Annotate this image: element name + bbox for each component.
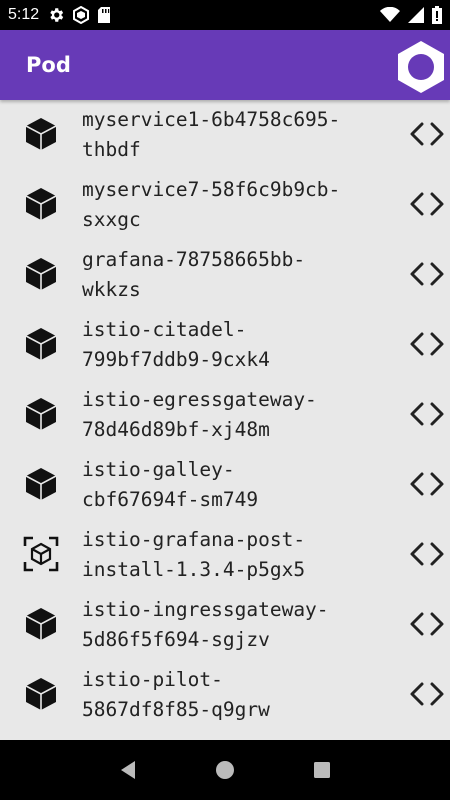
navigation-bar [0, 740, 450, 800]
code-icon[interactable] [408, 467, 446, 501]
battery-icon [432, 6, 442, 24]
cube-solid-icon [22, 255, 60, 293]
cube-solid-icon [22, 605, 60, 643]
pod-name: istio-galley- cbf67694f-sm749 [82, 458, 259, 511]
list-item[interactable]: myservice7-58f6c9b9cb- sxxgc [0, 170, 450, 240]
pod-name: istio-citadel- 799bf7ddb9-9cxk4 [82, 318, 270, 371]
signal-icon [408, 7, 424, 23]
gear-icon [47, 6, 65, 24]
status-bar: 5:12 [0, 0, 450, 30]
list-item[interactable]: istio-galley- cbf67694f-sm749 [0, 450, 450, 520]
code-icon[interactable] [408, 677, 446, 711]
app-bar: Pod [0, 30, 450, 100]
cube-solid-icon [22, 185, 60, 223]
pod-name: istio-egressgateway- 78d46d89bf-xj48m [82, 388, 317, 441]
home-icon[interactable] [205, 750, 245, 790]
pod-name: istio-ingressgateway- 5d86f5f694-sgjzv [82, 598, 329, 651]
code-icon[interactable] [408, 117, 446, 151]
status-time: 5:12 [8, 6, 40, 23]
pod-name: istio-pilot- 5867df8f85-q9grw [82, 668, 270, 721]
sd-card-icon [97, 6, 111, 24]
pod-name: istio-grafana-post- install-1.3.4-p5gx5 [82, 528, 306, 581]
list-item[interactable]: istio-citadel- 799bf7ddb9-9cxk4 [0, 310, 450, 380]
code-icon[interactable] [408, 257, 446, 291]
pod-list[interactable]: myservice1-6b4758c695- thbdf myservice7-5… [0, 100, 450, 740]
back-icon[interactable] [108, 750, 148, 790]
pod-name: grafana-78758665bb- wkkzs [82, 248, 306, 301]
list-item[interactable]: istio-pilot- 5867df8f85-q9grw [0, 660, 450, 730]
code-icon[interactable] [408, 327, 446, 361]
code-icon[interactable] [408, 537, 446, 571]
list-item[interactable]: istio-ingressgateway- 5d86f5f694-sgjzv [0, 590, 450, 660]
cube-solid-icon [22, 395, 60, 433]
cube-solid-icon [22, 675, 60, 713]
cube-solid-icon [22, 465, 60, 503]
recents-icon[interactable] [302, 750, 342, 790]
pod-name: myservice7-58f6c9b9cb- sxxgc [82, 178, 341, 231]
cube-solid-icon [22, 325, 60, 363]
list-item[interactable]: istio-egressgateway- 78d46d89bf-xj48m [0, 380, 450, 450]
list-item[interactable]: grafana-78758665bb- wkkzs [0, 240, 450, 310]
list-item[interactable]: istio-grafana-post- install-1.3.4-p5gx5 [0, 520, 450, 590]
cube-solid-icon [22, 115, 60, 153]
pod-name: myservice1-6b4758c695- thbdf [82, 108, 341, 161]
hexagon-icon [73, 6, 90, 24]
cube-outline-icon [22, 535, 60, 573]
list-item[interactable]: myservice1-6b4758c695- thbdf [0, 100, 450, 170]
code-icon[interactable] [408, 607, 446, 641]
code-icon[interactable] [408, 187, 446, 221]
wifi-icon [380, 7, 400, 23]
page-title: Pod [26, 53, 71, 77]
hexagon-logo-icon[interactable] [396, 40, 446, 98]
code-icon[interactable] [408, 397, 446, 431]
